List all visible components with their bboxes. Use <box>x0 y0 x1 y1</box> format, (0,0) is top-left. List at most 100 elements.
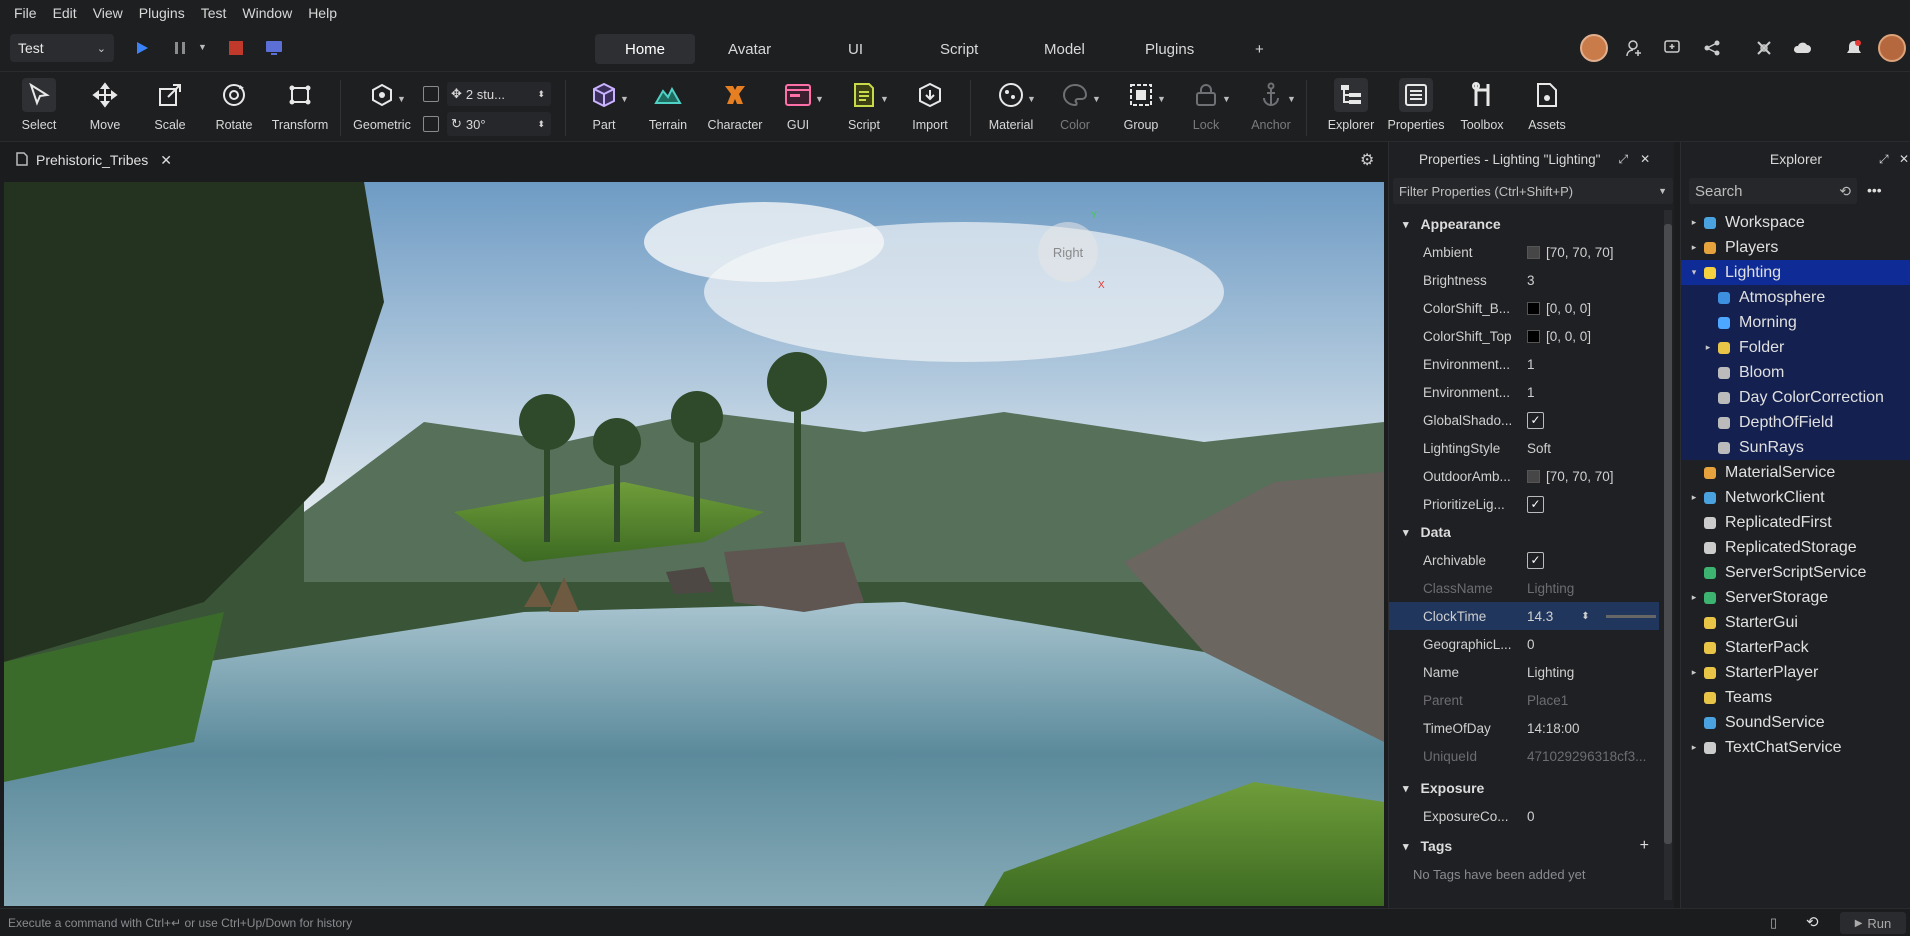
property-checkbox[interactable]: ✓ <box>1527 551 1544 569</box>
material-button[interactable]: Material <box>981 78 1041 132</box>
add-tag-icon[interactable]: + <box>1640 837 1649 855</box>
property-row[interactable]: ColorShift_B... [0, 0, 0] <box>1389 294 1659 322</box>
property-row[interactable]: Archivable ✓ <box>1389 546 1659 574</box>
script-button[interactable]: Script <box>834 78 894 132</box>
filter-properties-input[interactable]: Filter Properties (Ctrl+Shift+P) ▼ <box>1393 178 1673 204</box>
explorer-item-textchatservice[interactable]: ▸ TextChatService <box>1681 735 1910 760</box>
close-tab-icon[interactable]: ✕ <box>160 152 172 169</box>
expand-toggle-icon[interactable]: ▸ <box>1687 667 1701 678</box>
property-value[interactable]: [0, 0, 0] <box>1527 301 1659 316</box>
property-checkbox[interactable]: ✓ <box>1527 411 1544 429</box>
expand-toggle-icon[interactable]: ▸ <box>1701 342 1715 353</box>
toolbox-panel-button[interactable]: Toolbox <box>1452 78 1512 132</box>
collaborate-icon[interactable] <box>1752 36 1776 60</box>
expand-toggle-icon[interactable]: ▸ <box>1687 242 1701 253</box>
collapse-caret-icon[interactable]: ▾ <box>1403 218 1409 231</box>
play-button[interactable] <box>130 36 154 60</box>
expand-toggle-icon[interactable]: ▸ <box>1687 742 1701 753</box>
more-options-icon[interactable]: ••• <box>1867 182 1882 198</box>
clocktime-slider[interactable] <box>1605 614 1656 618</box>
rotate-tool-button[interactable]: Rotate <box>204 78 264 132</box>
share-icon[interactable] <box>1700 36 1724 60</box>
play-options-caret-icon[interactable]: ▼ <box>198 42 207 52</box>
property-row[interactable]: ClockTime 14.3 ⬍ <box>1389 602 1659 630</box>
phone-icon[interactable]: ▯ <box>1770 915 1777 931</box>
explorer-item-startergui[interactable]: StarterGui <box>1681 610 1910 635</box>
close-panel-icon[interactable]: ✕ <box>1640 152 1650 166</box>
property-row[interactable]: Environment... 1 <box>1389 378 1659 406</box>
explorer-item-teams[interactable]: Teams <box>1681 685 1910 710</box>
menu-window[interactable]: Window <box>234 0 300 26</box>
collapse-caret-icon[interactable]: ▾ <box>1403 782 1409 795</box>
viewport-settings-gear-icon[interactable]: ⚙ <box>1360 150 1374 170</box>
pause-button[interactable] <box>168 36 192 60</box>
anchor-caret-icon[interactable]: ▼ <box>1287 94 1296 104</box>
undock-icon[interactable]: ⤢ <box>1879 152 1889 167</box>
section-exposure[interactable]: ▾ Exposure <box>1389 774 1659 802</box>
tab-script[interactable]: Script <box>910 34 1008 64</box>
part-button[interactable]: Part <box>574 78 634 132</box>
color-swatch[interactable] <box>1527 469 1540 483</box>
property-value[interactable]: 3 <box>1527 273 1659 288</box>
tab-home[interactable]: Home <box>595 34 696 64</box>
group-button[interactable]: Group <box>1111 78 1171 132</box>
property-value[interactable]: [70, 70, 70] <box>1527 245 1659 260</box>
material-caret-icon[interactable]: ▼ <box>1027 94 1036 104</box>
property-checkbox[interactable]: ✓ <box>1527 495 1544 513</box>
group-caret-icon[interactable]: ▼ <box>1157 94 1166 104</box>
transform-tool-button[interactable]: Transform <box>270 78 330 132</box>
property-row[interactable]: Parent Place1 <box>1389 686 1659 714</box>
mode-dropdown[interactable]: Test ⌄ <box>10 34 114 62</box>
gui-caret-icon[interactable]: ▼ <box>815 94 824 104</box>
property-row[interactable]: Name Lighting <box>1389 658 1659 686</box>
import-button[interactable]: Import <box>900 78 960 132</box>
run-command-button[interactable]: ▶ Run <box>1840 912 1906 934</box>
explorer-item-serverscriptservice[interactable]: ServerScriptService <box>1681 560 1910 585</box>
lock-button[interactable]: Lock <box>1176 78 1236 132</box>
scale-tool-button[interactable]: Scale <box>140 78 200 132</box>
expand-toggle-icon[interactable]: ▸ <box>1687 217 1701 228</box>
property-value[interactable]: ✓ <box>1527 495 1659 513</box>
explorer-item-replicatedstorage[interactable]: ReplicatedStorage <box>1681 535 1910 560</box>
geometric-caret-icon[interactable]: ▼ <box>397 94 406 104</box>
explorer-item-replicatedfirst[interactable]: ReplicatedFirst <box>1681 510 1910 535</box>
menu-edit[interactable]: Edit <box>45 0 85 26</box>
explorer-item-workspace[interactable]: ▸ Workspace <box>1681 210 1910 235</box>
explorer-item-networkclient[interactable]: ▸ NetworkClient <box>1681 485 1910 510</box>
move-snap-checkbox[interactable] <box>423 86 439 102</box>
menu-view[interactable]: View <box>85 0 131 26</box>
part-caret-icon[interactable]: ▼ <box>620 94 629 104</box>
expand-toggle-icon[interactable]: ▾ <box>1687 267 1701 278</box>
section-appearance[interactable]: ▾ Appearance <box>1389 210 1659 238</box>
property-value[interactable]: 14:18:00 <box>1527 721 1659 736</box>
property-value[interactable]: ✓ <box>1527 551 1659 569</box>
chat-add-icon[interactable] <box>1660 36 1684 60</box>
explorer-item-day-colorcorrection[interactable]: Day ColorCorrection <box>1681 385 1910 410</box>
notification-bell-icon[interactable] <box>1842 36 1866 60</box>
expand-toggle-icon[interactable]: ▸ <box>1687 592 1701 603</box>
property-value[interactable]: 14.3 ⬍ <box>1527 609 1659 624</box>
property-value[interactable]: Soft <box>1527 441 1659 456</box>
properties-panel-button[interactable]: Properties <box>1386 78 1446 132</box>
document-tab[interactable]: Prehistoric_Tribes ✕ <box>6 147 182 173</box>
explorer-item-bloom[interactable]: Bloom <box>1681 360 1910 385</box>
property-value[interactable]: [70, 70, 70] <box>1527 469 1659 484</box>
property-row[interactable]: OutdoorAmb... [70, 70, 70] <box>1389 462 1659 490</box>
rotate-step-field[interactable]: ↻ 30° ⬍ <box>447 112 551 136</box>
explorer-panel-button[interactable]: Explorer <box>1321 78 1381 132</box>
explorer-item-starterpack[interactable]: StarterPack <box>1681 635 1910 660</box>
color-swatch[interactable] <box>1527 301 1540 315</box>
tab-avatar[interactable]: Avatar <box>698 34 801 64</box>
explorer-item-serverstorage[interactable]: ▸ ServerStorage <box>1681 585 1910 610</box>
explorer-item-materialservice[interactable]: MaterialService <box>1681 460 1910 485</box>
section-tags[interactable]: ▾ Tags + <box>1389 832 1659 860</box>
add-friend-icon[interactable] <box>1622 36 1646 60</box>
rotate-snap-checkbox[interactable] <box>423 116 439 132</box>
color-button[interactable]: Color <box>1045 78 1105 132</box>
property-row[interactable]: TimeOfDay 14:18:00 <box>1389 714 1659 742</box>
add-tab-button[interactable]: + <box>1245 34 1274 64</box>
property-row[interactable]: Ambient [70, 70, 70] <box>1389 238 1659 266</box>
property-row[interactable]: LightingStyle Soft <box>1389 434 1659 462</box>
assets-panel-button[interactable]: Assets <box>1517 78 1577 132</box>
explorer-item-soundservice[interactable]: SoundService <box>1681 710 1910 735</box>
